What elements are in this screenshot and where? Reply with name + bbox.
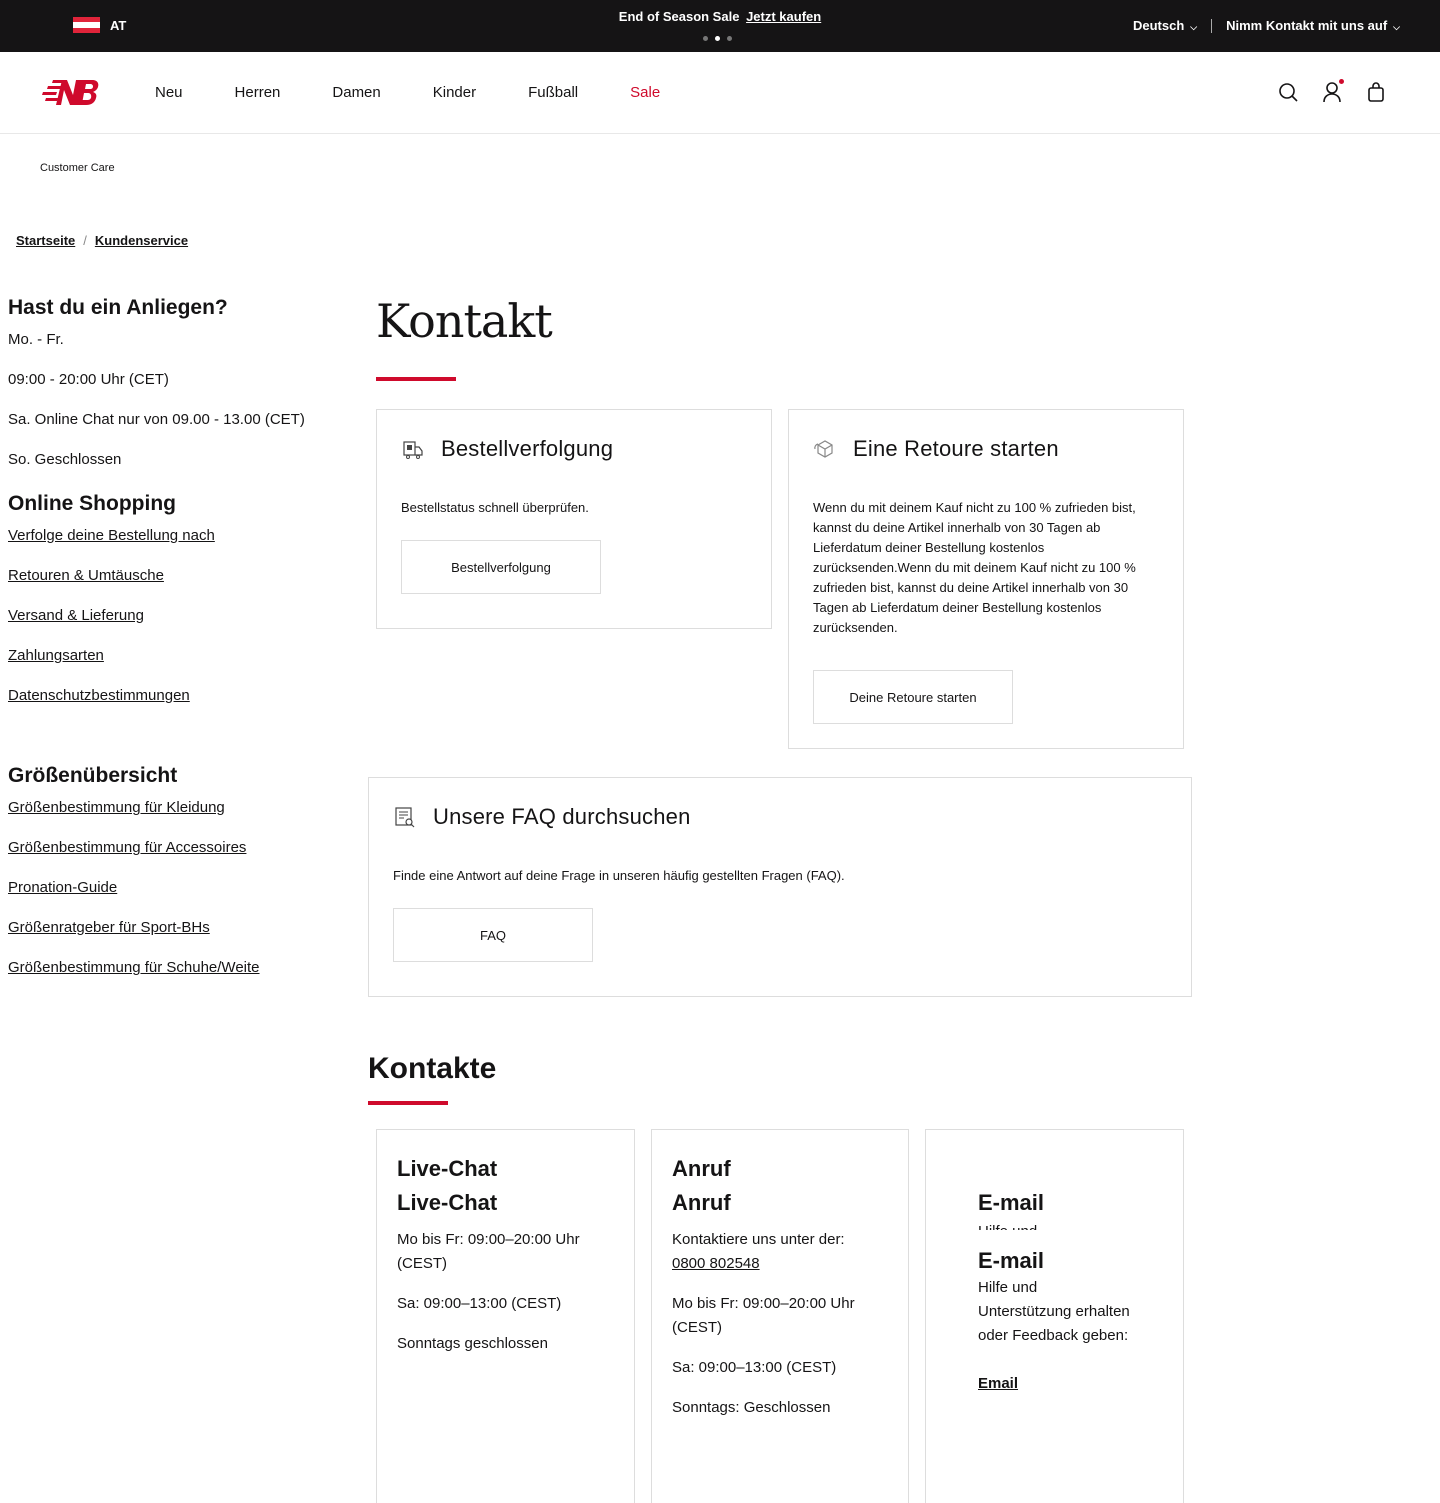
- card-title: Unsere FAQ durchsuchen: [433, 804, 691, 829]
- contact-label: Nimm Kontakt mit uns auf: [1226, 18, 1388, 33]
- card-header: Unsere FAQ durchsuchen: [393, 804, 1167, 830]
- nav-item-damen[interactable]: Damen: [332, 84, 380, 101]
- language-label: Deutsch: [1132, 18, 1185, 33]
- card-title: Anruf: [672, 1156, 731, 1181]
- divider: [1211, 18, 1213, 33]
- customer-care-sidebar: Hast du ein Anliegen? Mo. - Fr. 09:00 - …: [8, 296, 338, 998]
- contacts-underline: [368, 1101, 448, 1105]
- page-label: Customer Care: [40, 162, 115, 174]
- email-link-wrap: Email: [978, 1372, 1131, 1396]
- promo-bar: AT End of Season Sale Jetzt kaufen Deuts…: [0, 0, 1440, 52]
- hours-line: Sonntags geschlossen: [397, 1335, 548, 1352]
- hours-line: Sonntags: Geschlossen: [672, 1399, 831, 1416]
- main-nav: Neu Herren Damen Kinder Fußball Sale: [0, 52, 1440, 134]
- category-menu: Neu Herren Damen Kinder Fußball Sale: [155, 84, 712, 101]
- link-track-order[interactable]: Verfolge deine Bestellung nach: [8, 526, 338, 546]
- link-size-shoes[interactable]: Größenbestimmung für Schuhe/Weite: [8, 958, 338, 978]
- nav-item-kinder[interactable]: Kinder: [433, 84, 476, 101]
- online-shopping-heading: Online Shopping: [8, 492, 176, 515]
- call-intro-text: Kontaktiere uns unter der:: [672, 1231, 845, 1248]
- returns-card: Eine Retoure starten Wenn du mit deinem …: [788, 409, 1184, 749]
- card-text: Bestellstatus schnell überprüfen.: [401, 500, 589, 515]
- promo-carousel-dots: [703, 36, 732, 41]
- live-chat-card: Live-Chat Mo bis Fr: 09:00–20:00 Uhr (CE…: [376, 1129, 635, 1503]
- nav-item-neu[interactable]: Neu: [155, 84, 183, 101]
- size-guide-heading: Größenübersicht: [8, 764, 178, 787]
- breadcrumb-home[interactable]: Startseite: [16, 233, 75, 248]
- link-size-accessories[interactable]: Größenbestimmung für Accessoires: [8, 838, 338, 858]
- breadcrumb-current[interactable]: Kundenservice: [95, 233, 188, 248]
- nav-item-fussball[interactable]: Fußball: [528, 84, 578, 101]
- chevron-down-icon: ⌵: [1393, 22, 1400, 32]
- promo-text: End of Season Sale: [618, 9, 740, 24]
- search-icon[interactable]: [1278, 81, 1298, 103]
- carousel-dot[interactable]: [727, 36, 732, 41]
- language-selector[interactable]: Deutsch ⌵: [1133, 18, 1197, 33]
- card-header: Eine Retoure starten: [813, 436, 1159, 462]
- card-title: Eine Retoure starten: [853, 436, 1059, 461]
- phone-number-link[interactable]: 0800 802548: [672, 1255, 760, 1272]
- hours-line: Sa: 09:00–13:00 (CEST): [397, 1295, 562, 1312]
- link-shipping[interactable]: Versand & Lieferung: [8, 606, 338, 626]
- breadcrumb: Startseite / Kundenservice: [16, 233, 188, 248]
- faq-button[interactable]: FAQ: [393, 908, 593, 962]
- card-title: E-mail: [978, 1248, 1045, 1273]
- order-tracking-card: Bestellverfolgung Bestellstatus schnell …: [376, 409, 772, 629]
- email-text: Hilfe und Unterstützung erhalten oder Fe…: [978, 1220, 1131, 1230]
- shopping-bag-icon[interactable]: [1366, 81, 1386, 103]
- faq-card: Unsere FAQ durchsuchen Finde eine Antwor…: [368, 777, 1192, 997]
- nav-item-herren[interactable]: Herren: [235, 84, 281, 101]
- title-underline: [376, 377, 456, 381]
- duplicate-render-fragment: E-mail Hilfe und Unterstützung erhalten …: [978, 1190, 1131, 1230]
- contacts-heading: Kontakte: [368, 1052, 497, 1085]
- card-title: E-mail: [978, 1190, 1045, 1215]
- hours-line: Sa. Online Chat nur von 09.00 - 13.00 (C…: [8, 411, 305, 428]
- card-text: Wenn du mit deinem Kauf nicht zu 100 % z…: [813, 500, 1136, 635]
- link-sports-bra-guide[interactable]: Größenratgeber für Sport-BHs: [8, 918, 338, 938]
- call-intro: Kontaktiere uns unter der: 0800 802548: [672, 1228, 888, 1276]
- hours-line: 09:00 - 20:00 Uhr (CET): [8, 371, 169, 388]
- nav-icons: [1278, 79, 1386, 103]
- card-title: Live-Chat: [397, 1156, 498, 1181]
- return-box-icon: [814, 440, 833, 458]
- chevron-down-icon: ⌵: [1190, 22, 1198, 32]
- page-title: Kontakt: [376, 294, 553, 348]
- contact-dropdown[interactable]: Nimm Kontakt mit uns auf ⌵: [1226, 18, 1400, 33]
- hours-line: Mo. - Fr.: [8, 331, 64, 348]
- concern-heading: Hast du ein Anliegen?: [8, 296, 228, 319]
- account-button[interactable]: [1322, 79, 1344, 103]
- package-tracking-icon: [403, 441, 423, 459]
- hours-line: Sa: 09:00–13:00 (CEST): [672, 1359, 837, 1376]
- hours-line: Mo bis Fr: 09:00–20:00 Uhr (CEST): [397, 1231, 580, 1272]
- phone-card: Anruf Kontaktiere uns unter der: Anruf K…: [651, 1129, 909, 1503]
- promo-cta-link[interactable]: Jetzt kaufen: [746, 9, 821, 24]
- carousel-dot[interactable]: [703, 36, 708, 41]
- card-header: Bestellverfolgung: [401, 436, 747, 462]
- topbar-utilities: Deutsch ⌵ Nimm Kontakt mit uns auf ⌵: [1133, 18, 1400, 33]
- email-card: E-mail Hilfe und Unterstützung erhalten …: [925, 1129, 1184, 1503]
- new-balance-logo-icon[interactable]: [40, 77, 100, 107]
- breadcrumb-separator: /: [83, 233, 87, 248]
- start-return-button[interactable]: Deine Retoure starten: [813, 670, 1013, 724]
- email-text: Hilfe und Unterstützung erhalten oder Fe…: [978, 1279, 1130, 1344]
- carousel-dot-active[interactable]: [715, 36, 720, 41]
- notification-dot: [1339, 79, 1344, 84]
- card-title: Bestellverfolgung: [441, 436, 614, 461]
- hours-line: So. Geschlossen: [8, 451, 122, 468]
- card-text: Finde eine Antwort auf deine Frage in un…: [393, 868, 845, 883]
- link-returns[interactable]: Retouren & Umtäusche: [8, 566, 338, 586]
- faq-document-icon: [395, 807, 415, 828]
- email-link[interactable]: Email: [978, 1375, 1018, 1392]
- order-tracking-button[interactable]: Bestellverfolgung: [401, 540, 601, 594]
- nav-item-sale[interactable]: Sale: [630, 84, 660, 101]
- link-payment[interactable]: Zahlungsarten: [8, 646, 338, 666]
- user-icon: [1323, 82, 1341, 103]
- link-privacy[interactable]: Datenschutzbestimmungen: [8, 686, 338, 706]
- link-size-clothing[interactable]: Größenbestimmung für Kleidung: [8, 798, 338, 818]
- link-pronation-guide[interactable]: Pronation-Guide: [8, 878, 338, 898]
- hours-line: Mo bis Fr: 09:00–20:00 Uhr (CEST): [672, 1295, 855, 1336]
